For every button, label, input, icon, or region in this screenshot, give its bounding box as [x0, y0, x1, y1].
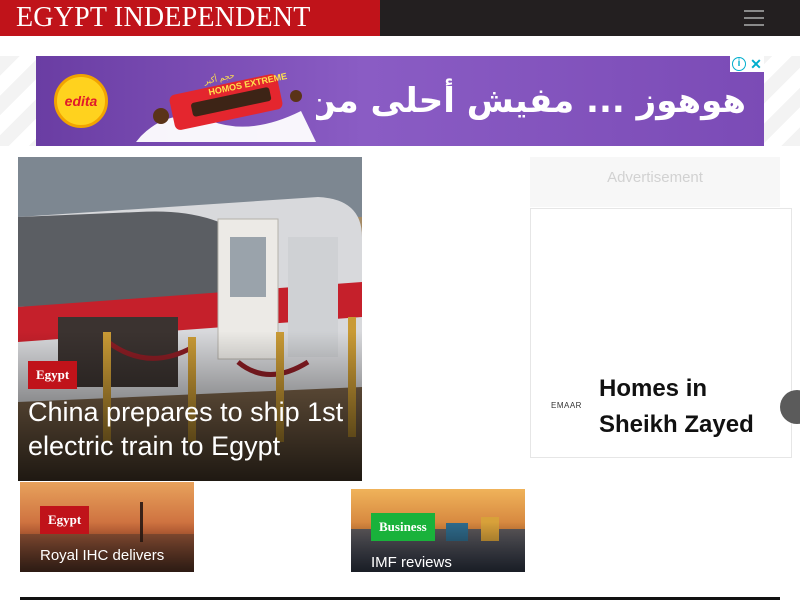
edita-logo: edita [54, 74, 108, 128]
story-headline[interactable]: IMF reviews [371, 553, 452, 572]
snack-cake-image: HOMOS EXTREME حجم أكبر [136, 70, 316, 142]
close-icon[interactable]: ✕ [749, 56, 763, 72]
category-badge[interactable]: Egypt [28, 361, 78, 389]
ad-headline: Homes in Sheikh Zayed [599, 375, 754, 438]
advertisement-label: Advertisement [530, 157, 780, 207]
story-card[interactable]: Business IMF reviews [351, 489, 525, 572]
adchoices-info-icon[interactable]: i [732, 57, 746, 71]
category-badge[interactable]: Egypt [40, 506, 90, 534]
top-banner-ad[interactable]: edita HOMOS EXTREME حجم أكبر هوهوز ... م… [36, 56, 764, 146]
featured-story[interactable]: Egypt China prepares to ship 1st electri… [18, 157, 362, 481]
sidebar-ad[interactable]: EMAAR Homes in Sheikh Zayed [530, 208, 792, 458]
site-logo[interactable]: EGYPT INDEPENDENT [0, 0, 380, 36]
story-card[interactable]: Egypt Royal IHC delivers [20, 482, 194, 572]
story-headline[interactable]: Royal IHC delivers [40, 546, 164, 565]
ad-slogan: هوهوز ... مفيش أحلى من كده [316, 81, 746, 121]
top-navigation-bar: EGYPT INDEPENDENT [0, 0, 800, 36]
adchoices-controls: i ✕ [730, 56, 764, 72]
emaar-logo: EMAAR [551, 401, 582, 410]
category-badge[interactable]: Business [371, 513, 435, 541]
hamburger-menu-icon[interactable] [744, 10, 764, 26]
featured-headline[interactable]: China prepares to ship 1st electric trai… [28, 395, 358, 463]
